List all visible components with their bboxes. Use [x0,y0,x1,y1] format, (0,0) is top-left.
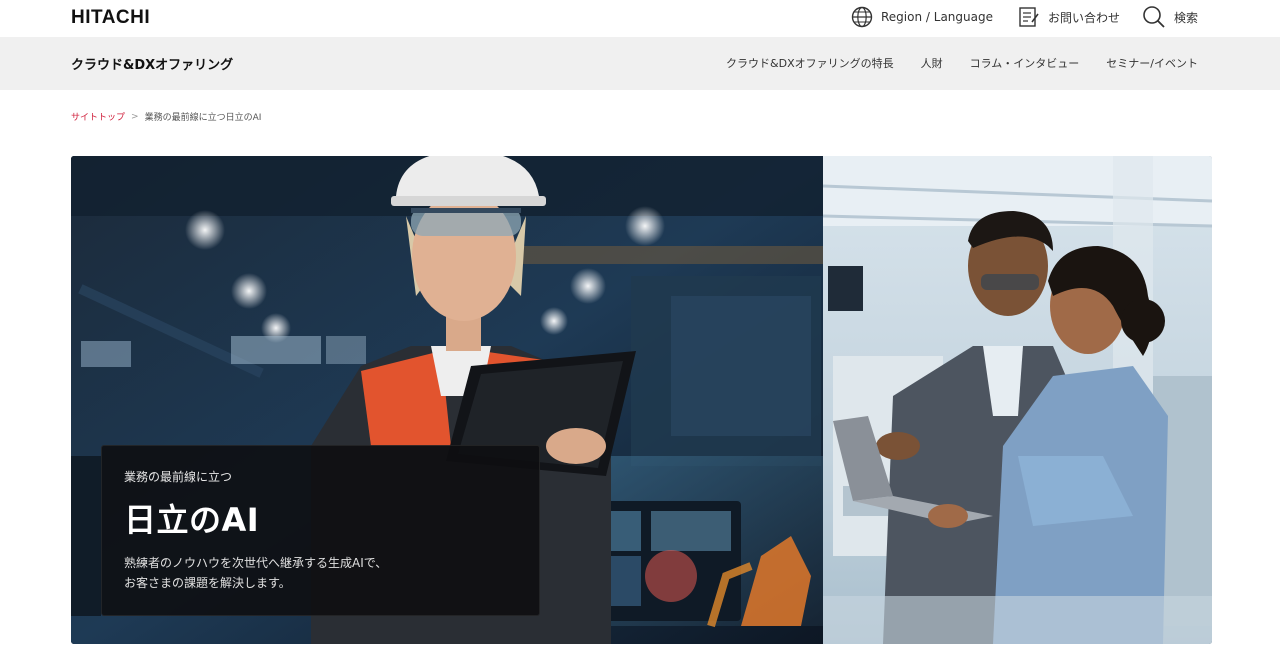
section-title[interactable]: クラウド&DXオファリング [71,54,233,73]
hero-image-engineers-laptop [823,156,1212,644]
search-icon [1142,5,1166,29]
hero-description-line-2: お客さまの課題を解決します。 [124,576,291,590]
hero-title: 日立のAI [124,501,260,539]
sub-navigation: クラウド&DXオファリング クラウド&DXオファリングの特長 人財 コラム・イン… [0,37,1280,90]
subnav-links: クラウド&DXオファリングの特長 人財 コラム・インタビュー セミナー/イベント [726,55,1198,71]
globe-icon [851,6,873,28]
contact-form-icon [1018,5,1040,29]
hero-description: 熟練者のノウハウを次世代へ継承する生成AIで、 お客さまの課題を解決します。 [124,553,444,593]
hitachi-logo[interactable]: HITACHI [71,7,150,29]
contact-label: お問い合わせ [1048,10,1121,25]
hero-banner: 業務の最前線に立つ 日立のAI 熟練者のノウハウを次世代へ継承する生成AIで、 … [71,156,1212,644]
hero-image-factory-worker: 業務の最前線に立つ 日立のAI 熟練者のノウハウを次世代へ継承する生成AIで、 … [71,156,823,644]
nav-link-features[interactable]: クラウド&DXオファリングの特長 [726,55,894,71]
hero-description-line-1: 熟練者のノウハウを次世代へ継承する生成AIで、 [124,556,388,570]
hero-subtitle: 業務の最前線に立つ [124,470,233,484]
breadcrumb-separator: > [131,111,139,122]
breadcrumb: サイトトップ > 業務の最前線に立つ日立のAI [71,110,262,124]
breadcrumb-current: 業務の最前線に立つ日立のAI [144,113,262,123]
top-bar: HITACHI Region / Language お問い合わせ 検索 [0,0,1280,37]
contact-link[interactable]: お問い合わせ [1018,5,1120,29]
nav-link-seminar-event[interactable]: セミナー/イベント [1106,55,1198,71]
breadcrumb-home-link[interactable]: サイトトップ [71,110,125,123]
hero-text-card: 業務の最前線に立つ 日立のAI 熟練者のノウハウを次世代へ継承する生成AIで、 … [101,445,540,616]
search-button[interactable]: 検索 [1142,5,1198,29]
search-label: 検索 [1174,10,1199,25]
nav-link-talent[interactable]: 人財 [921,55,943,71]
nav-link-column-interview[interactable]: コラム・インタビュー [970,55,1080,71]
region-language-link[interactable]: Region / Language [851,5,993,29]
region-language-label: Region / Language [881,10,993,24]
